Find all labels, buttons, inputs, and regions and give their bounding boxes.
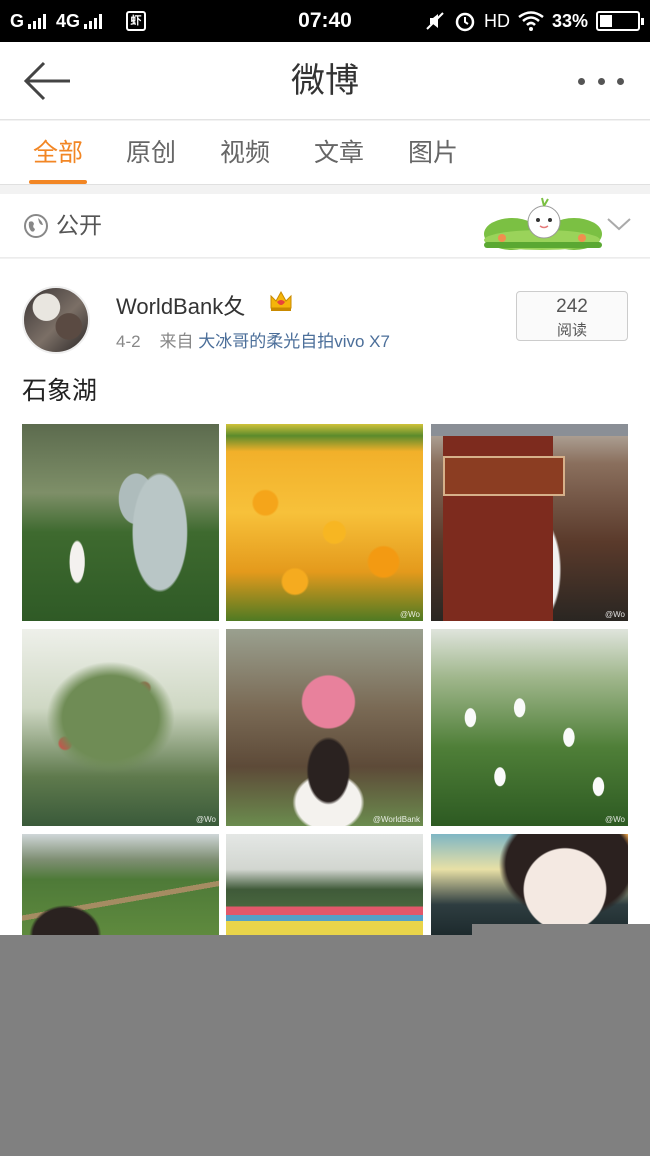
- wifi-icon: [518, 11, 544, 31]
- source-prefix: 来自: [159, 332, 194, 351]
- visibility-row[interactable]: 公开: [0, 194, 650, 258]
- photo-watermark: @Wo: [605, 815, 625, 824]
- photo-pinwheels[interactable]: [226, 834, 423, 935]
- photo-white-tulips[interactable]: @Wo: [431, 629, 628, 826]
- photo-yellow-tulips[interactable]: @Wo: [226, 424, 423, 621]
- signal-icon: [28, 13, 47, 29]
- tab-bar: 全部 原创 视频 文章 图片: [0, 121, 650, 185]
- tab-images[interactable]: 图片: [404, 121, 462, 185]
- photo-blossom-tree[interactable]: @Wo: [22, 629, 219, 826]
- photo-elephant-statue[interactable]: [22, 424, 219, 621]
- post-text: 石象湖: [22, 376, 98, 405]
- status-right: HD 33%: [424, 0, 644, 42]
- photo-restaurant-door[interactable]: @Wo: [431, 424, 628, 621]
- visibility-label: 公开: [56, 213, 102, 239]
- read-count-box: 242 阅读: [516, 291, 628, 341]
- nav-bar: 微博: [0, 42, 650, 120]
- tab-all[interactable]: 全部: [29, 121, 87, 185]
- status-left: G 4G 虾: [10, 0, 147, 42]
- app-notification-icon: 虾: [126, 11, 147, 31]
- gray-overlay: [0, 935, 650, 1156]
- network-label: 4G: [56, 10, 81, 31]
- arrow-left-icon[interactable]: [22, 60, 72, 102]
- post-source-link[interactable]: 大冰哥的柔光自拍vivo X7: [198, 332, 390, 351]
- photo-pink-flower-girl[interactable]: @WorldBank: [226, 629, 423, 826]
- photo-watermark: @Wo: [196, 815, 216, 824]
- active-tab-indicator: [29, 180, 87, 184]
- post-card: WorldBank夂 4-2 来自 大冰哥的柔光自拍vivo X7 242 阅读…: [0, 259, 650, 935]
- crown-icon: [270, 290, 292, 311]
- post-meta: 4-2 来自 大冰哥的柔光自拍vivo X7: [116, 327, 390, 352]
- alarm-icon: [455, 12, 475, 32]
- mute-icon: [426, 12, 444, 30]
- author-name[interactable]: WorldBank夂: [116, 289, 245, 321]
- signal-icon: [84, 13, 103, 29]
- photo-watermark: @Wo: [400, 610, 420, 619]
- read-count: 242: [556, 296, 588, 317]
- mascot-sticker-icon: [484, 197, 602, 250]
- tab-original[interactable]: 原创: [122, 121, 180, 185]
- post-date: 4-2: [116, 332, 141, 351]
- hd-label: HD: [483, 10, 510, 31]
- more-dots-icon[interactable]: [578, 72, 624, 90]
- battery-icon: [596, 11, 644, 31]
- globe-icon: [24, 214, 48, 238]
- battery-percent: 33%: [551, 10, 588, 31]
- photo-selfie-cat-ears[interactable]: [431, 834, 628, 935]
- page-title: 微博: [291, 61, 359, 101]
- tab-article[interactable]: 文章: [310, 121, 368, 185]
- read-label: 阅读: [556, 321, 587, 339]
- chevron-down-icon[interactable]: [606, 214, 632, 234]
- photo-watermark: @Wo: [605, 610, 625, 619]
- status-bar: G 4G 虾 07:40 HD 33%: [0, 0, 650, 42]
- photo-watermark: @WorldBank: [372, 815, 420, 824]
- tab-video[interactable]: 视频: [216, 121, 274, 185]
- avatar[interactable]: [22, 286, 90, 354]
- carrier-label: G: [10, 10, 25, 31]
- photo-green-hills[interactable]: [22, 834, 219, 935]
